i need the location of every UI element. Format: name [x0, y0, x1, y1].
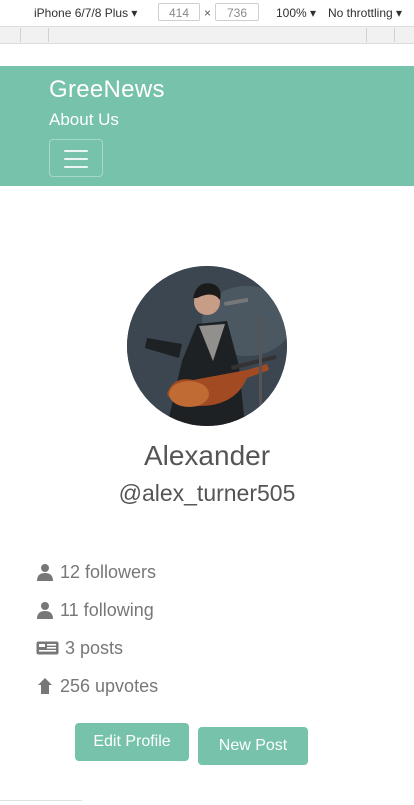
newspaper-icon — [36, 641, 59, 655]
hamburger-icon — [64, 158, 88, 160]
throttling-select[interactable]: No throttling ▾ — [328, 6, 402, 20]
device-select[interactable]: iPhone 6/7/8 Plus ▾ — [34, 6, 137, 20]
times-icon: × — [204, 6, 212, 20]
zoom-value: 100% — [276, 6, 307, 20]
navbar: GreeNews About Us — [0, 66, 414, 186]
about-us-link[interactable]: About Us — [49, 110, 119, 130]
media-query-divider — [20, 28, 21, 42]
arrow-up-icon — [38, 678, 52, 694]
media-query-divider — [48, 28, 49, 42]
new-post-button[interactable]: New Post — [198, 727, 308, 765]
media-query-bar[interactable] — [0, 26, 414, 44]
profile-handle: @alex_turner505 — [118, 480, 296, 506]
stat-upvotes[interactable]: 256 upvotes — [36, 673, 158, 699]
upvotes-count: 256 upvotes — [60, 675, 159, 696]
hamburger-icon — [64, 150, 88, 152]
stat-following[interactable]: 11 following — [36, 597, 154, 623]
caret-down-icon: ▾ — [396, 6, 403, 20]
throttling-value: No throttling — [328, 6, 393, 20]
device-toolbar-row: iPhone 6/7/8 Plus ▾ 414 × 736 100% ▾ No … — [0, 0, 414, 26]
brand-link[interactable]: GreeNews — [49, 76, 165, 104]
following-count: 11 following — [60, 599, 154, 620]
user-icon — [37, 564, 53, 581]
user-icon — [37, 602, 53, 619]
stat-followers[interactable]: 12 followers — [36, 559, 156, 585]
avatar-photo — [127, 266, 287, 426]
media-query-divider — [394, 28, 395, 42]
edit-profile-button[interactable]: Edit Profile — [75, 723, 189, 761]
stat-posts[interactable]: 3 posts — [36, 635, 123, 661]
avatar — [127, 266, 287, 426]
followers-count: 12 followers — [60, 561, 157, 582]
profile-name: Alexander — [143, 440, 271, 471]
zoom-select[interactable]: 100% ▾ — [276, 6, 316, 20]
height-input[interactable]: 736 — [215, 3, 259, 21]
posts-count: 3 posts — [65, 637, 124, 658]
caret-down-icon: ▾ — [310, 6, 317, 20]
divider — [0, 800, 82, 801]
devtools-device-toolbar: iPhone 6/7/8 Plus ▾ 414 × 736 100% ▾ No … — [0, 0, 414, 66]
navbar-toggle-button[interactable] — [49, 139, 103, 177]
caret-down-icon: ▾ — [131, 6, 138, 20]
width-input[interactable]: 414 — [158, 3, 200, 21]
device-name: iPhone 6/7/8 Plus — [34, 6, 129, 20]
hamburger-icon — [64, 166, 88, 168]
media-query-divider — [366, 28, 367, 42]
